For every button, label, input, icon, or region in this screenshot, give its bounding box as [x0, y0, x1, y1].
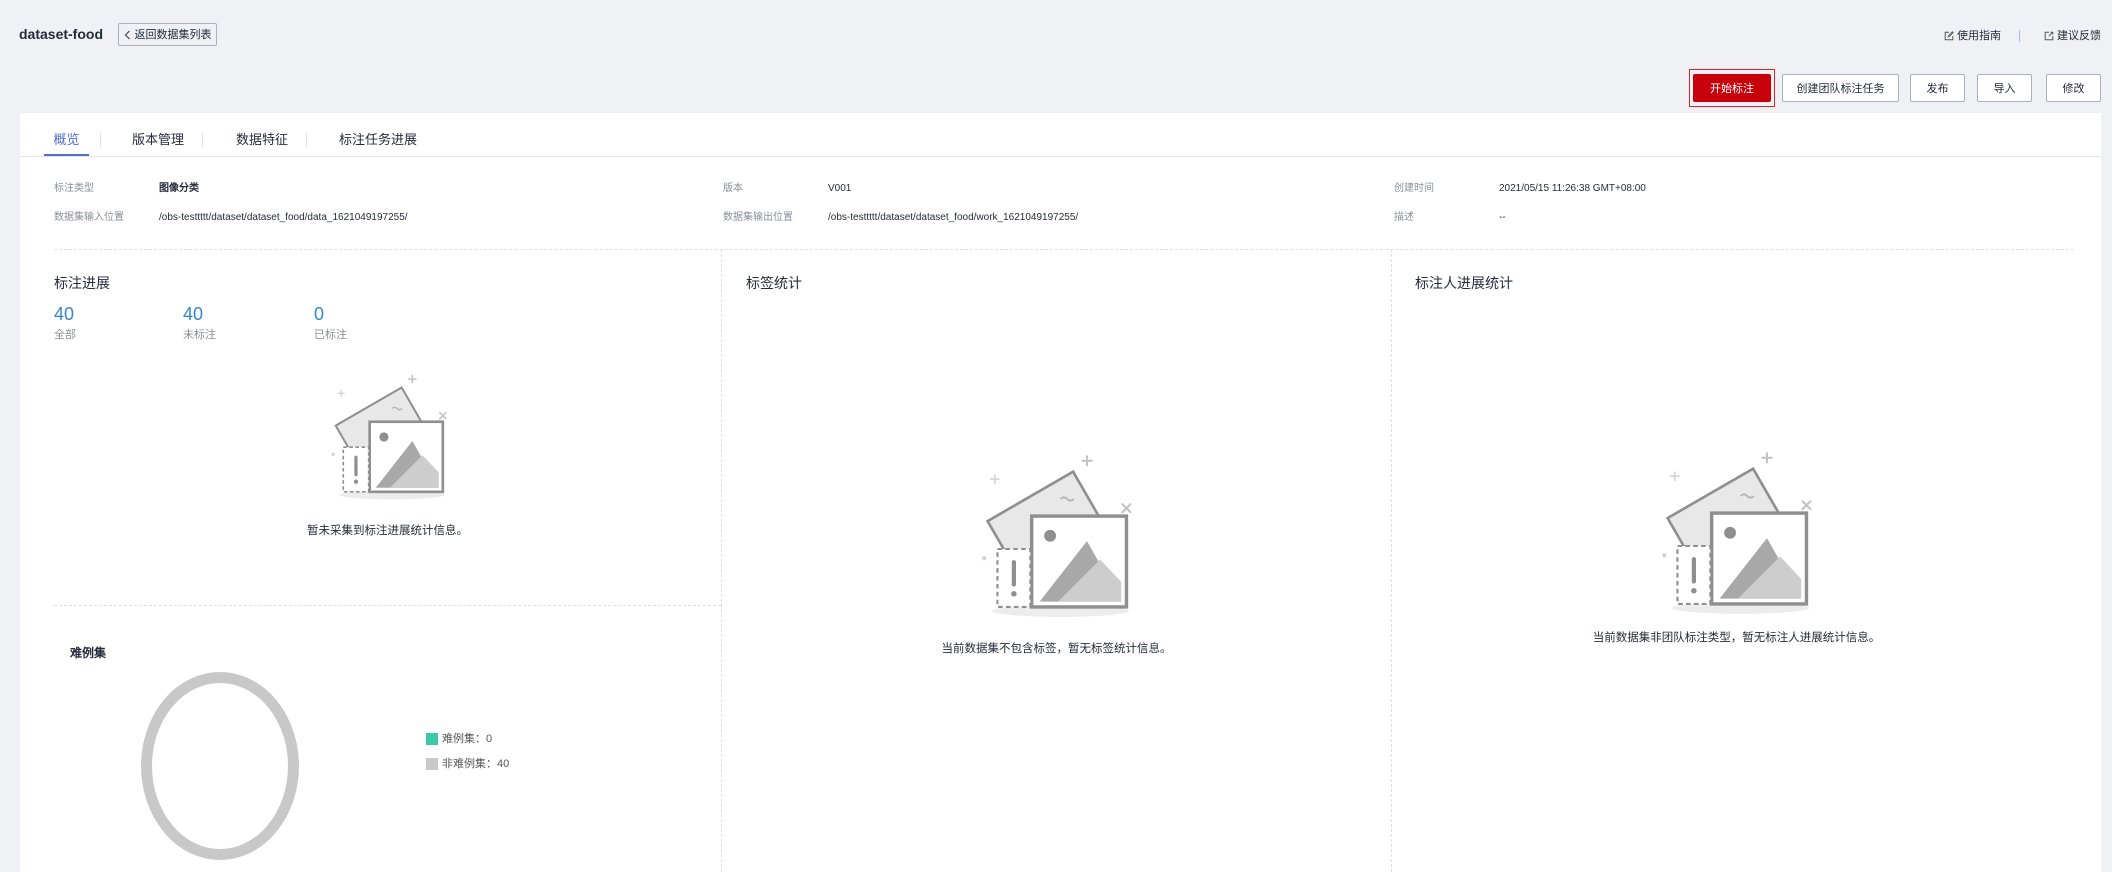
- input-location-value: /obs-testtttt/dataset/dataset_food/data_…: [159, 212, 408, 223]
- empty-state-illustration: [1659, 451, 1817, 616]
- tab-overview[interactable]: 概览: [44, 113, 89, 156]
- annotator-progress-title: 标注人进展统计: [1415, 275, 1513, 291]
- annotation-progress-title: 标注进展: [54, 275, 110, 291]
- back-to-dataset-list-button[interactable]: 返回数据集列表: [118, 23, 217, 46]
- tab-data-features[interactable]: 数据特征: [227, 113, 297, 156]
- tab-bar-line: [20, 156, 2101, 157]
- top-links: 使用指南 建议反馈: [1944, 28, 2101, 44]
- stat-unlabeled-value: 40: [183, 304, 204, 324]
- feedback-link[interactable]: 建议反馈: [2044, 29, 2101, 43]
- legend-swatch: [426, 758, 438, 770]
- output-location-value: /obs-testtttt/dataset/dataset_food/work_…: [828, 212, 1079, 223]
- feedback-label: 建议反馈: [2057, 30, 2101, 42]
- tab-version-management[interactable]: 版本管理: [123, 113, 193, 156]
- output-location-label: 数据集输出位置: [723, 212, 793, 223]
- hard-examples-section: 难例集 难例集：0 非难例集：40: [54, 606, 721, 872]
- version-label: 版本: [723, 183, 743, 194]
- label-statistics-empty-text: 当前数据集不包含标签，暂无标签统计信息。: [941, 643, 1172, 655]
- input-location-label: 数据集输入位置: [54, 212, 124, 223]
- legend-item-hard-examples[interactable]: 难例集：0: [426, 731, 492, 747]
- page-title: dataset-food: [19, 26, 103, 42]
- donut-slice: [141, 672, 299, 860]
- annotation-type-value: 图像分类: [159, 183, 199, 194]
- back-button-label: 返回数据集列表: [134, 28, 212, 41]
- usage-guide-link[interactable]: 使用指南: [1944, 29, 2001, 43]
- version-value: V001: [828, 183, 852, 194]
- created-time-label: 创建时间: [1394, 183, 1434, 194]
- annotator-progress-empty-text: 当前数据集非团队标注类型，暂无标注人进展统计信息。: [1592, 632, 1881, 644]
- label-statistics-title: 标签统计: [746, 275, 802, 291]
- annotator-progress-section: 标注人进展统计 当前数据集非团队标注类型，暂无标注人进展统计信息。: [1391, 249, 2081, 872]
- empty-state-illustration: [979, 454, 1137, 619]
- legend-item-non-hard-examples[interactable]: 非难例集：40: [426, 756, 509, 772]
- hard-examples-donut-chart: [141, 672, 299, 860]
- empty-state-illustration: [329, 374, 448, 501]
- stat-unlabeled-label: 未标注: [183, 329, 216, 341]
- created-time-value: 2021/05/15 11:26:38 GMT+08:00: [1499, 183, 1646, 194]
- start-annotation-button[interactable]: 开始标注: [1693, 74, 1771, 102]
- label-statistics-section: 标签统计 当前数据集不包含标签，暂无标签统计信息。: [721, 249, 1391, 872]
- description-value: --: [1499, 212, 1506, 223]
- description-label: 描述: [1394, 212, 1414, 223]
- legend-label: 难例集：0: [442, 733, 493, 745]
- usage-guide-label: 使用指南: [1957, 30, 2001, 42]
- publish-button[interactable]: 发布: [1910, 74, 1965, 102]
- feedback-icon: [2044, 31, 2054, 41]
- edit-button[interactable]: 修改: [2046, 74, 2101, 102]
- annotation-progress-section: 标注进展 40 全部 40 未标注 0 已标注 暂未采集到标注进展统计信息。: [54, 249, 721, 606]
- progress-empty-text: 暂未采集到标注进展统计信息。: [307, 525, 468, 537]
- overview-panel: 概览 版本管理 数据特征 标注任务进展 标注类型 图像分类 版本 V001 创建…: [20, 113, 2101, 872]
- hard-examples-title: 难例集: [70, 646, 107, 660]
- stat-labeled-value: 0: [314, 304, 325, 324]
- annotation-type-label: 标注类型: [54, 183, 94, 194]
- import-button[interactable]: 导入: [1977, 74, 2032, 102]
- link-divider: [2019, 30, 2020, 42]
- stat-total-value: 40: [54, 304, 75, 324]
- stat-labeled-label: 已标注: [314, 329, 347, 341]
- legend-label: 非难例集：40: [442, 758, 510, 770]
- tab-divider: [306, 133, 307, 147]
- tab-divider: [202, 133, 203, 147]
- edit-icon: [1944, 31, 1954, 41]
- chevron-left-icon: [124, 30, 131, 40]
- create-team-task-button[interactable]: 创建团队标注任务: [1782, 74, 1899, 102]
- tab-divider: [100, 133, 101, 147]
- stat-total-label: 全部: [54, 329, 76, 341]
- tab-annotation-task-progress[interactable]: 标注任务进展: [331, 113, 425, 156]
- legend-swatch: [426, 733, 438, 745]
